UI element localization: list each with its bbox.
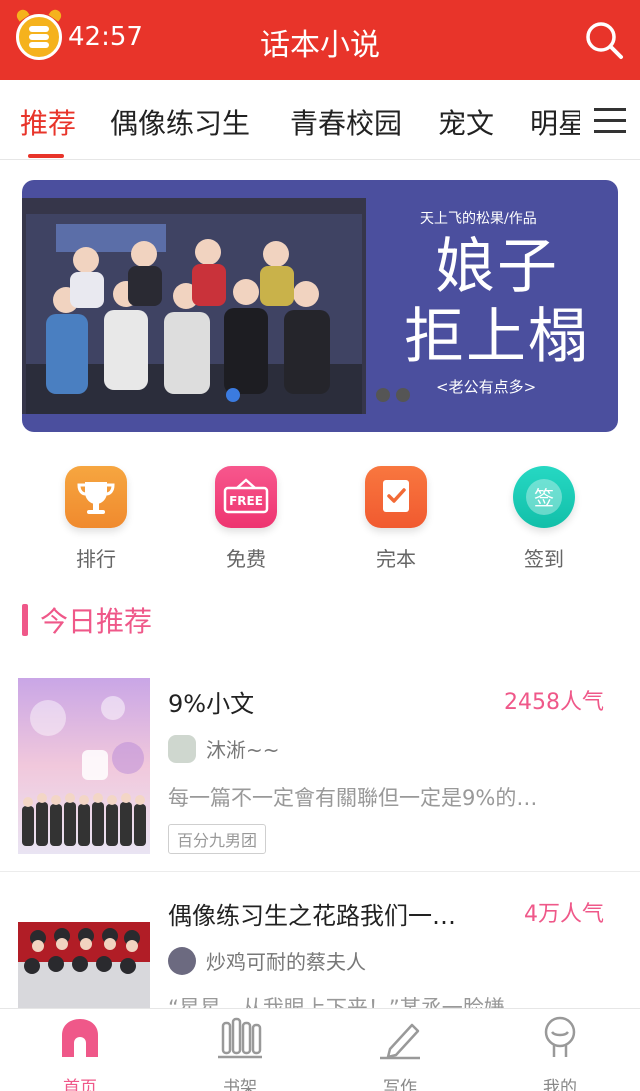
nav-label: 我的: [543, 1078, 577, 1091]
app-header: 42:57 话本小说: [0, 0, 640, 80]
banner-photo: [22, 198, 366, 414]
quick-nav-ranking[interactable]: 排行: [36, 466, 156, 572]
quick-nav-label: 签到: [524, 547, 564, 571]
nav-label: 首页: [63, 1078, 97, 1091]
quick-nav: 排行 FREE 免费 完本 签 签到: [0, 466, 640, 576]
author-name: 沐淅~~: [206, 738, 280, 762]
free-sign-icon: FREE: [215, 466, 277, 528]
book-popularity: 2458人气: [504, 690, 604, 715]
nav-bookshelf[interactable]: 书架: [180, 1015, 300, 1091]
active-tab-indicator: [28, 154, 64, 158]
pen-icon: [380, 1023, 420, 1060]
avatar: [168, 734, 196, 763]
banner-title-line1: 娘子: [435, 232, 559, 302]
free-sign-text: FREE: [229, 494, 263, 508]
carousel-dot-3[interactable]: [396, 388, 410, 402]
book-popularity: 4万人气: [524, 902, 604, 927]
trophy-icon: [65, 466, 127, 528]
book-description: “星星，从我眼上下来！”某丞一脸嫌…: [168, 996, 526, 1008]
list-item[interactable]: 9%小文 2458人气 沐淅~~ 每一篇不一定會有關聯但一定是9%的… 百分九男…: [0, 660, 640, 860]
banner-title: 娘子 拒上榻: [377, 232, 617, 372]
quick-nav-free[interactable]: FREE 免费: [186, 466, 306, 572]
section-accent-bar: [22, 604, 28, 636]
book-title[interactable]: 9%小文: [168, 684, 254, 719]
carousel-dot-2[interactable]: [376, 388, 390, 402]
list-item[interactable]: 偶像练习生之花路我们一… 4万人气 炒鸡可耐的蔡夫人 “星星，从我眼上下来！”某…: [0, 872, 640, 1008]
menu-icon[interactable]: [580, 94, 640, 146]
book-author[interactable]: 沐淅~~: [168, 734, 280, 763]
profile-icon: [544, 1016, 576, 1057]
tab-campus[interactable]: 青春校园: [290, 102, 402, 142]
checklist-icon: [365, 466, 427, 528]
group-photo-image: [26, 214, 362, 414]
book-description: 每一篇不一定會有關聯但一定是9%的…: [168, 786, 538, 810]
nav-write[interactable]: 写作: [340, 1015, 460, 1091]
book-title[interactable]: 偶像练习生之花路我们一…: [168, 896, 456, 931]
carousel-dot-1[interactable]: [226, 388, 240, 402]
banner-title-line2: 拒上榻: [404, 302, 590, 372]
search-icon[interactable]: [584, 20, 624, 60]
quick-nav-signin[interactable]: 签 签到: [484, 466, 604, 572]
quick-nav-label: 排行: [76, 547, 116, 571]
nav-profile[interactable]: 我的: [500, 1015, 620, 1091]
author-name: 炒鸡可耐的蔡夫人: [206, 950, 366, 974]
section-title: 今日推荐: [40, 605, 153, 638]
signin-icon-text: 签: [534, 486, 554, 510]
tab-celebrity[interactable]: 明星: [530, 102, 586, 142]
signin-icon: 签: [513, 466, 575, 528]
quick-nav-label: 完本: [376, 547, 416, 571]
banner-author: 天上飞的松果/作品: [420, 211, 537, 227]
page-title: 话本小说: [260, 28, 380, 63]
nav-label: 书架: [223, 1078, 257, 1091]
book-tag[interactable]: 百分九男团: [168, 824, 267, 854]
banner-tagline: <老公有点多>: [436, 378, 537, 396]
book-cover: [18, 922, 150, 1008]
book-author[interactable]: 炒鸡可耐的蔡夫人: [168, 946, 366, 975]
category-tabs: 推荐 偶像练习生 青春校园 宠文 明星: [0, 80, 640, 160]
book-cover: [18, 678, 150, 854]
quick-nav-completed[interactable]: 完本: [336, 466, 456, 572]
tab-idol-producer[interactable]: 偶像练习生: [110, 102, 250, 142]
bookshelf-icon: [218, 1017, 262, 1059]
promo-banner[interactable]: 天上飞的松果/作品 娘子 拒上榻 <老公有点多>: [22, 180, 618, 432]
home-icon: [62, 1019, 98, 1057]
tab-pampering[interactable]: 宠文: [438, 102, 494, 142]
quick-nav-label: 免费: [226, 547, 266, 571]
tab-recommend[interactable]: 推荐: [20, 102, 76, 142]
avatar: [168, 946, 196, 975]
carousel-dots: [226, 388, 410, 402]
section-header: 今日推荐: [22, 600, 152, 640]
nav-label: 写作: [383, 1078, 417, 1091]
bottom-nav: 首页 书架 写作 我的: [0, 1008, 640, 1091]
app-screen: 42:57 话本小说 推荐 偶像练习生 青春校园 宠文 明星 天上飞的松果/作品…: [0, 0, 640, 1091]
nav-home[interactable]: 首页: [20, 1015, 140, 1091]
